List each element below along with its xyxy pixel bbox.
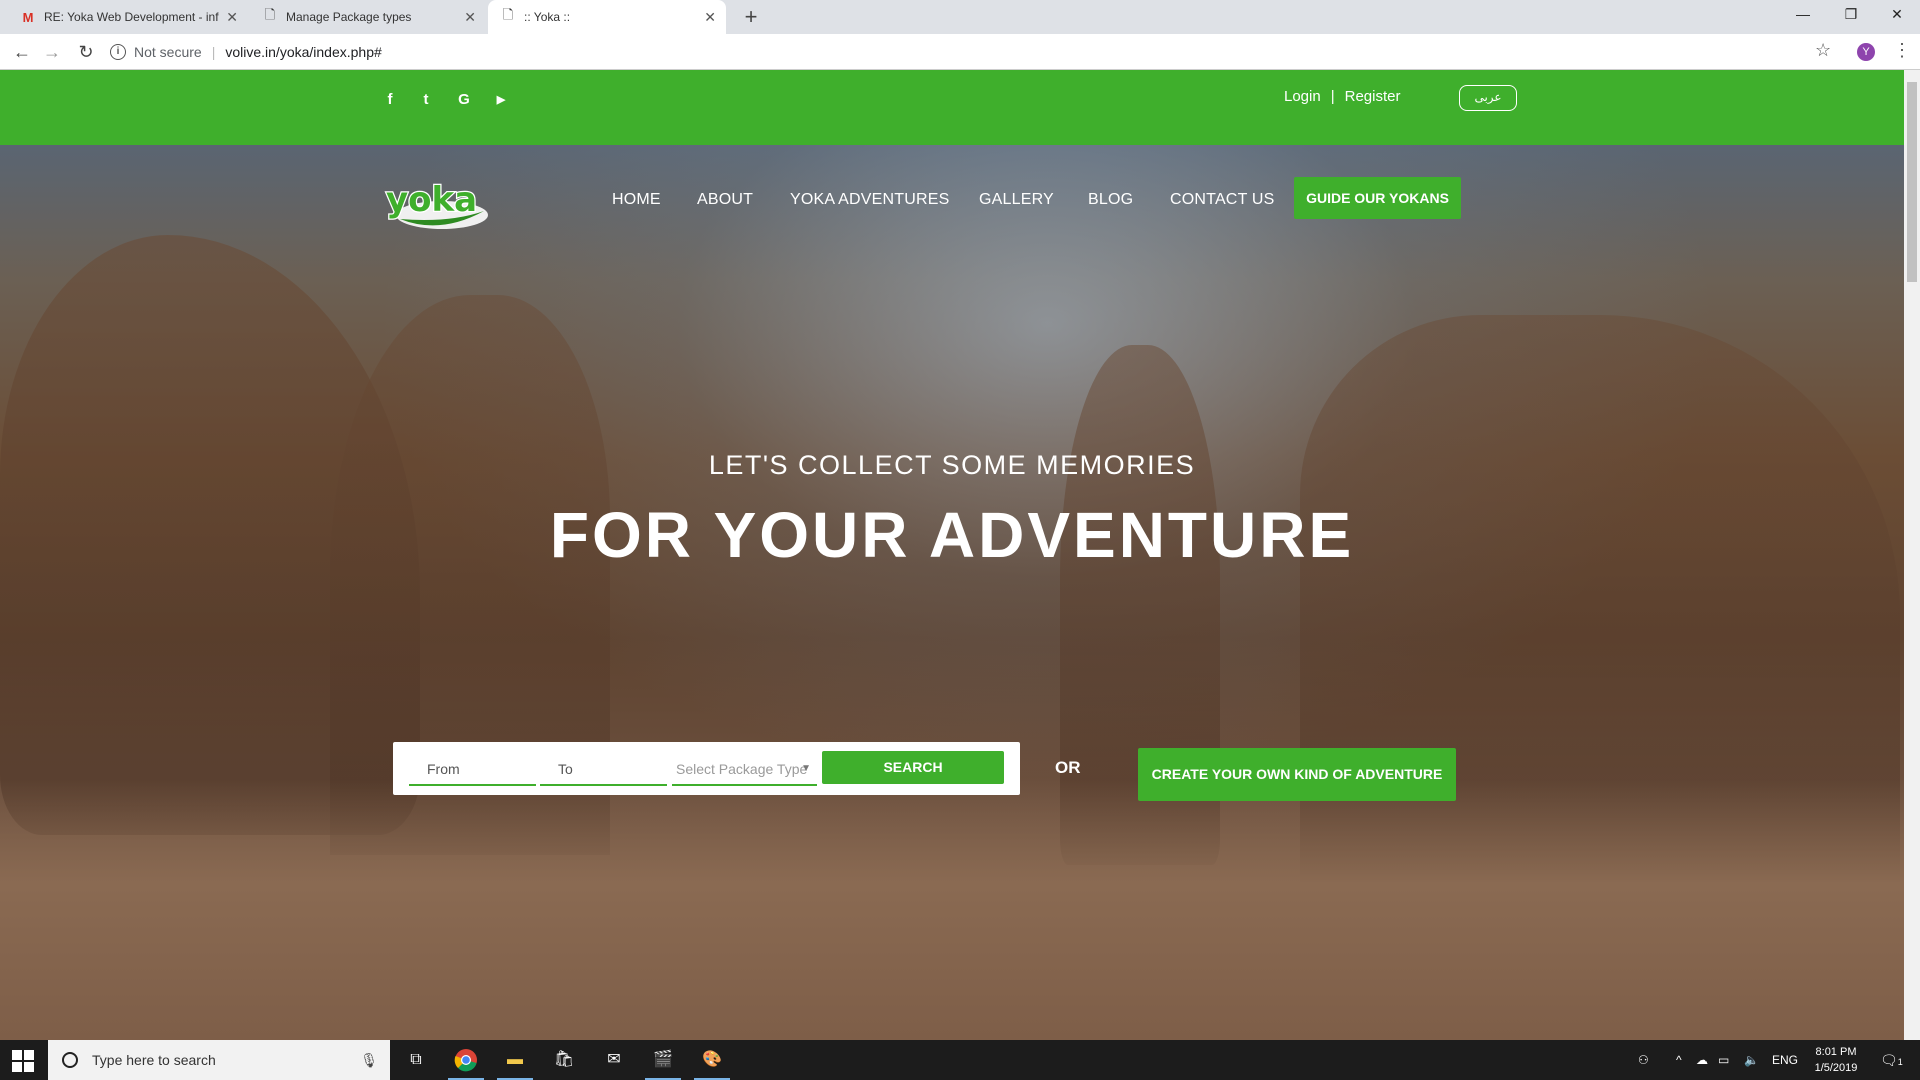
yoka-logo[interactable]: yoka <box>380 175 495 233</box>
bookmark-star-icon[interactable]: ☆ <box>1815 40 1831 61</box>
store-icon[interactable]: 🛍 <box>550 1046 578 1074</box>
url-text: volive.in/yoka/index.php# <box>225 44 382 60</box>
search-panel: From To Select Package Type ▼ SEARCH <box>393 742 1020 795</box>
system-clock[interactable]: 8:01 PM 1/5/2019 <box>1806 1044 1866 1076</box>
reload-icon[interactable]: ↻ <box>74 40 98 64</box>
hero-subheading: LET'S COLLECT SOME MEMORIES <box>708 450 1196 480</box>
clock-time: 8:01 PM <box>1815 1046 1857 1058</box>
microphone-icon[interactable]: 🎙 <box>360 1052 378 1069</box>
or-label: OR <box>1055 758 1081 777</box>
minimize-icon[interactable]: — <box>1780 0 1826 30</box>
restore-icon[interactable]: ❐ <box>1828 0 1874 30</box>
clock-date: 1/5/2019 <box>1814 1062 1858 1074</box>
chrome-icon[interactable] <box>448 1046 484 1080</box>
close-icon[interactable]: ✕ <box>704 9 716 26</box>
create-adventure-button[interactable]: CREATE YOUR OWN KIND OF ADVENTURE <box>1138 748 1456 801</box>
taskbar-search-placeholder: Type here to search <box>92 1052 216 1068</box>
nav-contact-us[interactable]: CONTACT US <box>1170 191 1275 209</box>
scrollbar-thumb[interactable] <box>1907 82 1917 282</box>
url-field[interactable]: i Not secure | volive.in/yoka/index.php# <box>110 38 1810 66</box>
tab-title: :: Yoka :: <box>524 10 571 24</box>
windows-taskbar: Type here to search 🎙 ⧉ ▬ 🛍 ✉ 🎬 🎨 ⚇ ^ ☁ … <box>0 1040 1920 1080</box>
browser-tab-bar: M RE: Yoka Web Development - inf ✕ 🗋 Man… <box>0 0 1920 34</box>
volume-icon[interactable]: 🔈 <box>1744 1040 1759 1080</box>
sand-dunes <box>0 780 1904 1040</box>
hero-heading: FOR YOUR ADVENTURE <box>549 499 1355 571</box>
address-bar: ← → ↻ i Not secure | volive.in/yoka/inde… <box>0 34 1920 70</box>
gmail-icon: M <box>22 9 34 25</box>
network-icon[interactable]: ▭ <box>1718 1040 1729 1080</box>
task-view-icon[interactable]: ⧉ <box>402 1046 430 1074</box>
auth-links: Login | Register <box>1284 88 1400 105</box>
notification-count: 1 <box>1897 1057 1903 1067</box>
separator: | <box>1330 88 1335 105</box>
forward-icon[interactable]: → <box>40 40 64 64</box>
close-window-icon[interactable]: ✕ <box>1874 0 1920 30</box>
tray-expand-icon[interactable]: ^ <box>1676 1040 1682 1080</box>
mail-icon[interactable]: ✉ <box>600 1046 628 1074</box>
dropdown-arrow-icon: ▼ <box>801 763 811 774</box>
tab-title: RE: Yoka Web Development - inf <box>44 10 219 24</box>
page-icon: 🗋 <box>502 7 514 22</box>
file-explorer-icon[interactable]: ▬ <box>497 1046 533 1080</box>
guide-our-yokans-button[interactable]: GUIDE OUR YOKANS <box>1294 177 1461 219</box>
cortana-icon <box>62 1052 78 1068</box>
language-indicator[interactable]: ENG <box>1772 1040 1798 1080</box>
page-scrollbar[interactable] <box>1904 70 1920 1040</box>
people-icon[interactable]: ⚇ <box>1638 1040 1649 1080</box>
divider: | <box>211 44 216 60</box>
logo-text: yoka <box>386 180 477 220</box>
language-toggle-button[interactable]: عربى <box>1459 85 1517 111</box>
package-type-placeholder: Select Package Type <box>676 761 808 777</box>
hero-background <box>0 145 1904 1040</box>
close-icon[interactable]: ✕ <box>226 9 238 26</box>
nav-yoka-adventures[interactable]: YOKA ADVENTURES <box>790 191 950 209</box>
notification-icon[interactable]: 🗨1 <box>1880 1040 1903 1080</box>
nav-about[interactable]: ABOUT <box>697 191 753 209</box>
twitter-icon[interactable]: t <box>414 88 438 112</box>
nav-home[interactable]: HOME <box>612 191 661 209</box>
page-icon: 🗋 <box>264 7 276 22</box>
google-icon[interactable]: G <box>452 88 476 112</box>
main-navigation: yoka HOME ABOUT YOKA ADVENTURES GALLERY … <box>0 145 1904 245</box>
profile-avatar[interactable]: Y <box>1857 43 1875 61</box>
page-viewport: f t G ▶ Login | Register عربى yoka HOME … <box>0 70 1904 1040</box>
back-icon[interactable]: ← <box>10 40 34 64</box>
top-utility-bar: f t G ▶ Login | Register عربى <box>0 70 1904 145</box>
taskbar-search-input[interactable]: Type here to search 🎙 <box>48 1040 390 1080</box>
security-label: Not secure <box>134 44 202 60</box>
browser-menu-icon[interactable]: ⋮ <box>1893 40 1911 61</box>
tab-gmail[interactable]: M RE: Yoka Web Development - inf ✕ <box>8 0 248 34</box>
register-link[interactable]: Register <box>1345 88 1401 105</box>
tab-yoka[interactable]: 🗋 :: Yoka :: ✕ <box>488 0 726 34</box>
from-input[interactable]: From <box>409 752 536 786</box>
youtube-icon[interactable]: ▶ <box>489 88 513 112</box>
windows-start-icon[interactable] <box>12 1050 34 1072</box>
to-input[interactable]: To <box>540 752 667 786</box>
nav-blog[interactable]: BLOG <box>1088 191 1133 209</box>
nav-gallery[interactable]: GALLERY <box>979 191 1054 209</box>
new-tab-button[interactable]: + <box>738 4 764 30</box>
search-button[interactable]: SEARCH <box>822 751 1004 784</box>
tab-title: Manage Package types <box>286 10 412 24</box>
facebook-icon[interactable]: f <box>378 88 402 112</box>
tab-manage-package-types[interactable]: 🗋 Manage Package types ✕ <box>250 0 486 34</box>
close-icon[interactable]: ✕ <box>464 9 476 26</box>
package-type-select[interactable]: Select Package Type ▼ <box>672 752 817 786</box>
info-icon[interactable]: i <box>110 44 126 60</box>
paint-icon[interactable]: 🎨 <box>694 1046 730 1080</box>
onedrive-icon[interactable]: ☁ <box>1696 1040 1708 1080</box>
media-icon[interactable]: 🎬 <box>645 1046 681 1080</box>
login-link[interactable]: Login <box>1284 88 1321 105</box>
